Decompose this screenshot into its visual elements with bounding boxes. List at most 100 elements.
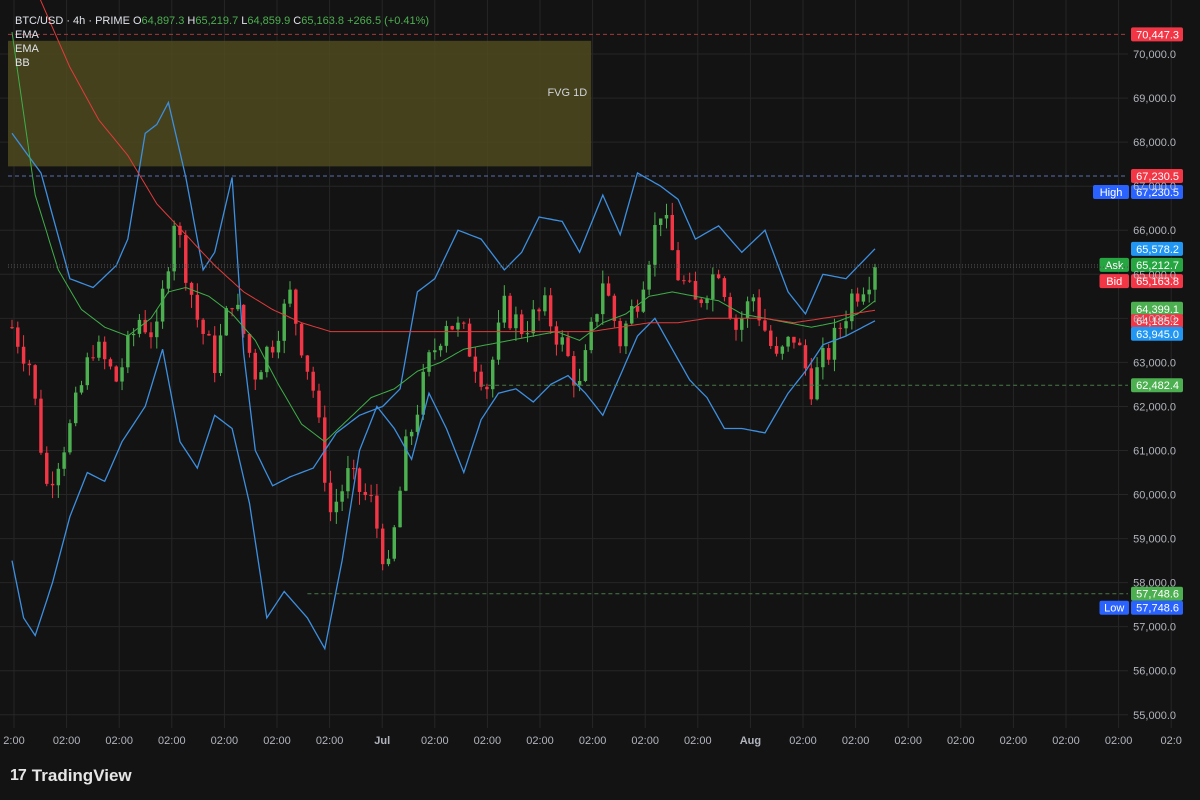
price-tag-label: 62,482.4 [1136, 380, 1179, 392]
candle-body [218, 335, 223, 374]
candle-body [10, 327, 14, 329]
candle-body [722, 278, 727, 298]
indicator-bb[interactable]: BB [15, 56, 429, 70]
candle-body [253, 352, 257, 380]
y-tick-label: 60,000.0 [1133, 490, 1176, 502]
candle-body [664, 214, 669, 219]
price-tag-name: Low [1104, 603, 1124, 615]
candle-body [45, 452, 49, 484]
x-tick-label: 02:00 [105, 735, 133, 747]
candle-body [230, 308, 234, 310]
candle-body [120, 367, 124, 382]
candle-body [716, 274, 721, 279]
candle-body [386, 558, 391, 565]
candle-body [16, 327, 20, 347]
x-tick-label: 02:00 [631, 735, 659, 747]
candle-body [479, 371, 483, 387]
candle-body [780, 346, 785, 354]
price-tag-name: Ask [1105, 260, 1124, 272]
candle-body [126, 335, 130, 368]
candle-body [247, 333, 252, 353]
high-value: 65,219.7 [195, 15, 239, 27]
price-chart[interactable]: FVG 1D 70,447.367,230.567,230.5High65,57… [0, 0, 1200, 750]
candle-body [108, 359, 113, 367]
candle-body [288, 289, 292, 304]
candle-body [485, 386, 489, 390]
candle-body [21, 346, 26, 364]
footer [0, 750, 1200, 800]
price-tag-label: 57,748.6 [1136, 603, 1179, 615]
candle-body [467, 323, 472, 357]
price-tag-label: 70,447.3 [1136, 29, 1179, 41]
price-tag-label: 65,578.2 [1136, 244, 1179, 256]
y-tick-label: 70,000.0 [1133, 49, 1176, 61]
candle-body [809, 368, 814, 400]
candle-body [797, 342, 802, 346]
candle-body [56, 468, 61, 486]
candle-body [380, 528, 385, 565]
tradingview-logo-icon: 17 [10, 767, 27, 784]
y-tick-label: 56,000.0 [1133, 666, 1176, 678]
brand-name: TradingView [31, 766, 132, 785]
time-axis[interactable]: 2:00 02:00 02:00 02:00 02:00 02:00 02:00 Jul 02:… [3, 735, 1182, 747]
x-tick-label: 02:0 [1160, 735, 1181, 747]
candle-body [751, 297, 756, 302]
price-tag-name: Bid [1106, 276, 1122, 288]
candle-body [821, 348, 825, 368]
candle-body [305, 355, 310, 372]
x-tick-label: 02:00 [263, 735, 291, 747]
x-tick-label: 02:00 [526, 735, 554, 747]
indicator-ema-slow[interactable]: EMA [15, 42, 429, 56]
candle-body [606, 283, 611, 296]
candle-body [508, 295, 512, 329]
candle-body [166, 271, 171, 289]
open-value: 64,897.3 [141, 15, 185, 27]
candle-body [102, 341, 107, 360]
candle-body [357, 468, 362, 492]
candle-body [438, 345, 443, 351]
x-tick-label: 02:00 [421, 735, 449, 747]
candle-body [369, 495, 373, 497]
indicator-ema-fast[interactable]: EMA [15, 28, 429, 42]
candle-body [514, 314, 518, 329]
y-tick-label: 61,000.0 [1133, 445, 1176, 457]
candle-body [195, 294, 200, 320]
candle-body [212, 335, 217, 374]
y-tick-label: 58,000.0 [1133, 578, 1176, 590]
x-tick-label: 02:00 [789, 735, 817, 747]
candle-body [68, 423, 72, 453]
candle-body [496, 322, 501, 360]
candle-body [270, 346, 275, 353]
candle-body [473, 356, 478, 372]
candle-body [792, 336, 796, 343]
symbol-label[interactable]: BTC/USD · 4h · PRIME [15, 15, 130, 27]
candle-body [583, 350, 588, 381]
ohlc-row: BTC/USD · 4h · PRIME O64,897.3 H65,219.7… [15, 14, 429, 28]
candle-body [73, 392, 78, 424]
candle-body [763, 320, 767, 331]
candle-body [91, 357, 95, 359]
y-tick-label: 57,000.0 [1133, 622, 1176, 634]
candle-body [85, 357, 90, 386]
candle-body [346, 468, 350, 492]
candle-body [375, 495, 379, 529]
candle-body [409, 431, 414, 437]
change-value: +266.5 (+0.41%) [347, 15, 430, 27]
candle-body [699, 299, 703, 304]
y-tick-label: 63,000.0 [1133, 357, 1176, 369]
tradingview-brand[interactable]: 17 TradingView [10, 766, 132, 786]
candle-body [50, 483, 55, 486]
candle-body [832, 327, 837, 360]
candle-body [224, 308, 229, 336]
x-tick-label: 02:00 [579, 735, 607, 747]
candle-body [803, 345, 808, 369]
candle-body [670, 214, 675, 251]
x-tick-label: 02:00 [1052, 735, 1080, 747]
candle-body [299, 323, 304, 356]
y-tick-label: 67,000.0 [1133, 181, 1176, 193]
candle-body [601, 283, 605, 315]
x-tick-label: Aug [740, 735, 761, 747]
candle-body [155, 321, 159, 338]
candle-body [577, 380, 582, 386]
candle-body [543, 295, 547, 312]
